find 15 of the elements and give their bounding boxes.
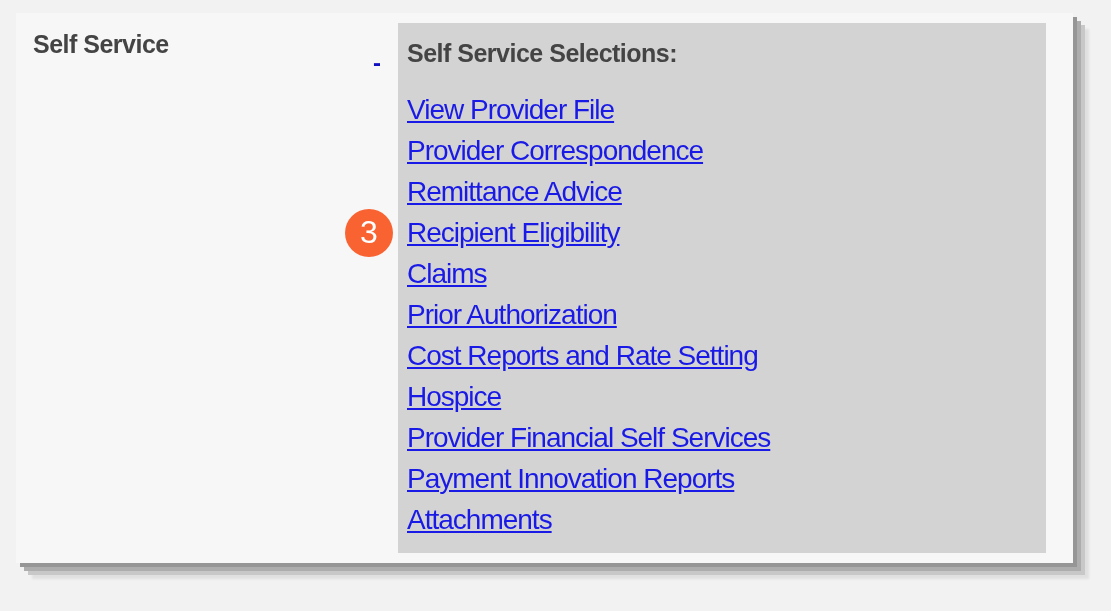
menu-link[interactable]: Claims (407, 256, 487, 291)
panel-title: Self Service Selections: (407, 38, 679, 69)
menu-link[interactable]: Prior Authorization (407, 297, 617, 332)
menu-link[interactable]: Hospice (407, 379, 502, 414)
step-badge: 3 (345, 208, 393, 257)
menu-link[interactable]: Payment Innovation Reports (407, 461, 735, 496)
menu-link[interactable]: View Provider File (407, 92, 615, 127)
menu-link[interactable]: Recipient Eligibility (407, 215, 620, 250)
menu-link[interactable]: Provider Financial Self Services (407, 420, 771, 455)
collapse-link[interactable]: - (373, 51, 381, 75)
menu-link[interactable]: Remittance Advice (407, 174, 622, 209)
menu-link[interactable]: Cost Reports and Rate Setting (407, 338, 758, 373)
menu-link[interactable]: Provider Correspondence (407, 133, 704, 168)
menu-link[interactable]: Attachments (407, 502, 552, 537)
section-label: Self Service (33, 30, 169, 59)
